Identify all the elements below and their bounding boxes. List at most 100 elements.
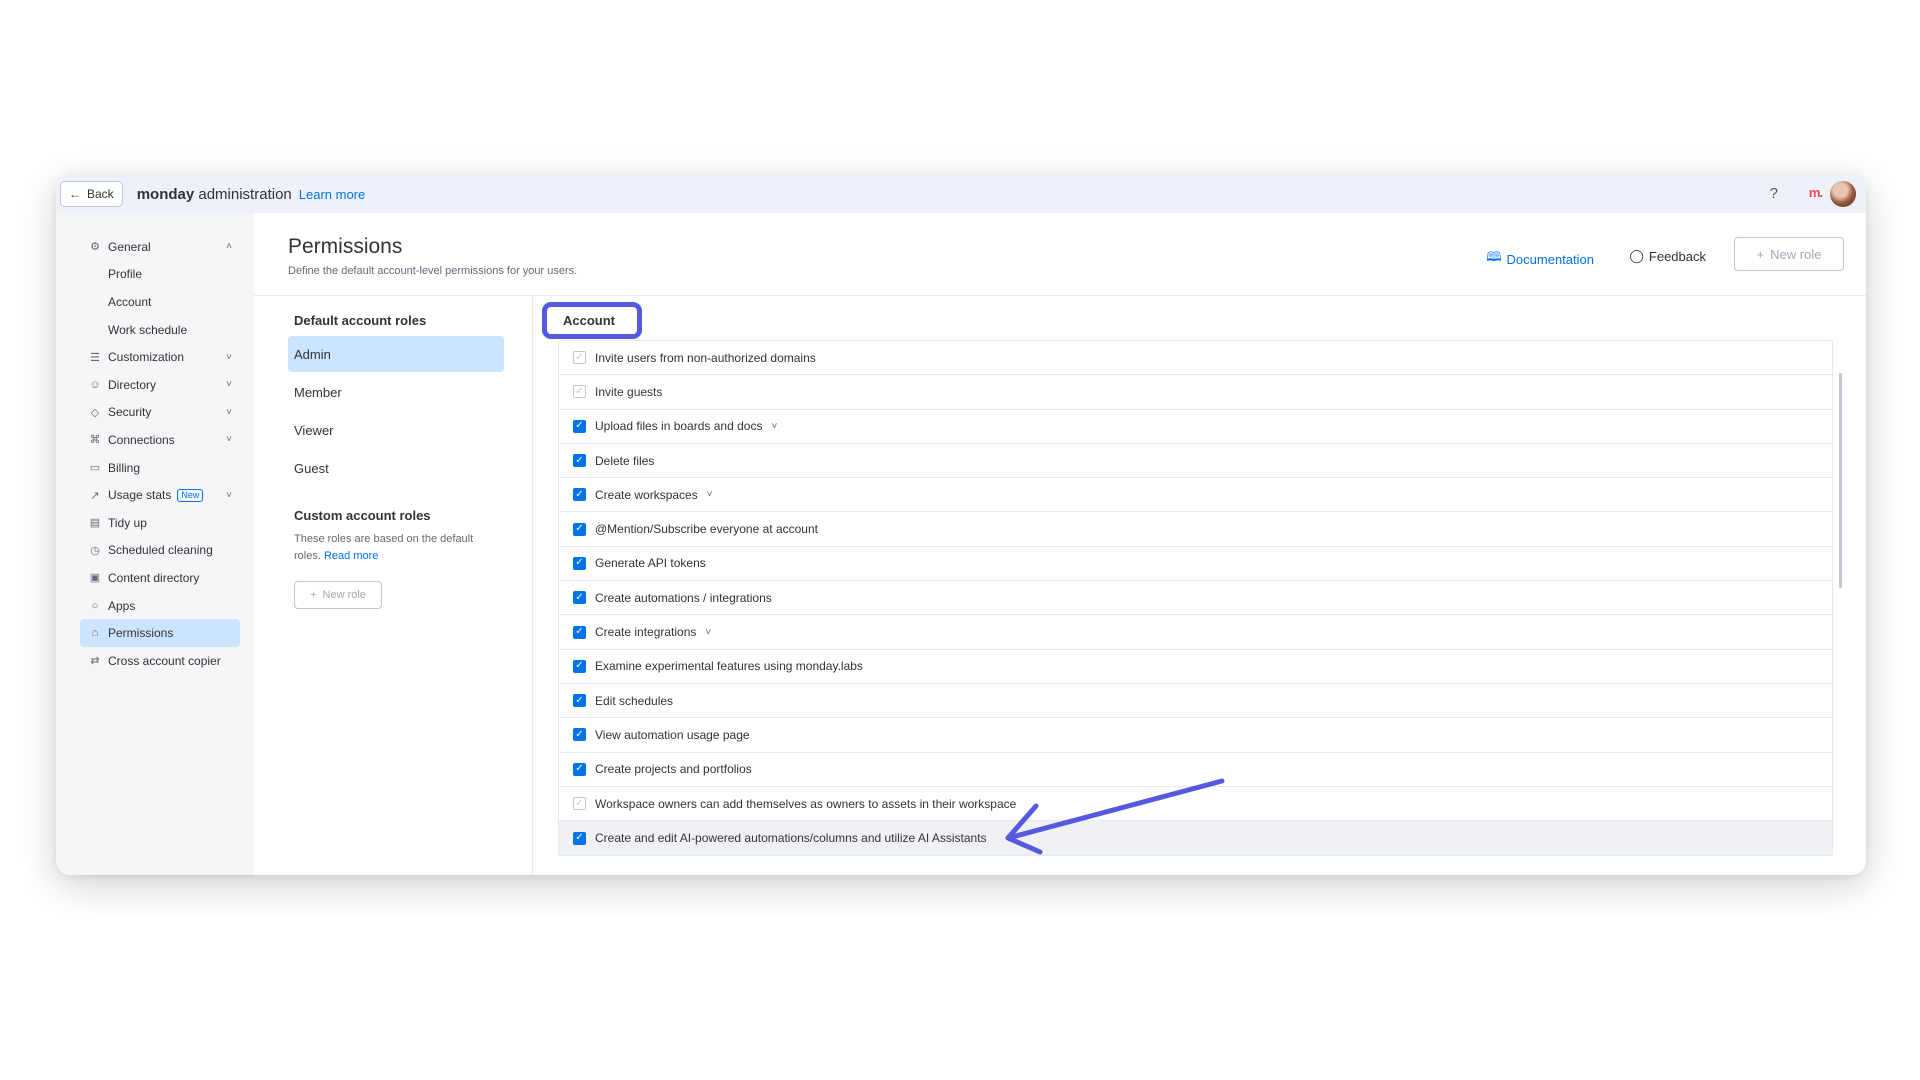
chevron-down-icon[interactable]: ˅ <box>226 407 232 418</box>
sidebar: ⚙ General ˄ Profile Account Work schedule ☰ Cus… <box>56 213 254 875</box>
copy-icon: ⇄ <box>90 655 100 668</box>
clock-icon: ◷ <box>90 544 100 557</box>
documentation-link[interactable]: 🕮 Documentation <box>1486 248 1594 270</box>
permission-row: ✓ Edit schedules <box>559 684 1832 719</box>
permission-checkbox[interactable]: ✓ <box>573 797 586 810</box>
sidebar-item-tidy-up[interactable]: ▤ Tidy up <box>80 509 240 537</box>
read-more-link[interactable]: Read more <box>324 550 378 562</box>
chevron-down-icon[interactable]: ˅ <box>226 434 232 445</box>
permission-checkbox[interactable]: ✓ <box>573 762 586 776</box>
permission-checkbox[interactable]: ✓ <box>573 556 586 570</box>
brand-title: monday administration <box>136 185 292 203</box>
role-item-admin[interactable]: Admin <box>288 336 504 372</box>
chevron-down-icon[interactable]: ˅ <box>705 627 711 638</box>
check-icon: ✓ <box>575 351 584 363</box>
permission-label: Create automations / integrations <box>595 590 772 605</box>
sidebar-item-usage-stats[interactable]: ↗ Usage stats New ˅ <box>80 481 240 509</box>
sidebar-item-scheduled-cleaning[interactable]: ◷ Scheduled cleaning <box>80 537 240 565</box>
permission-label: Workspace owners can add themselves as o… <box>595 796 1017 811</box>
account-section-tab[interactable]: Account <box>542 302 642 339</box>
permission-checkbox[interactable]: ✓ <box>573 831 586 845</box>
permission-row: ✓ Create projects and portfolios <box>559 753 1832 787</box>
chevron-down-icon[interactable]: ˅ <box>226 379 232 390</box>
sidebar-item-general[interactable]: ⚙ General ˄ <box>80 233 240 261</box>
role-item-viewer[interactable]: Viewer <box>288 412 504 448</box>
permission-checkbox[interactable]: ✓ <box>573 488 586 502</box>
feedback-link[interactable]: ◯ Feedback <box>1629 248 1706 264</box>
sidebar-item-label: Tidy up <box>108 515 147 530</box>
sidebar-item-label: Apps <box>108 598 136 613</box>
check-icon: ✓ <box>575 523 584 535</box>
permission-label: Invite guests <box>595 384 663 399</box>
chevron-up-icon[interactable]: ˄ <box>226 241 232 252</box>
sidebar-item-cross-account-copier[interactable]: ⇄ Cross account copier <box>80 647 240 675</box>
permission-row: ✓ Create automations / integrations <box>559 581 1832 616</box>
sidebar-item-profile[interactable]: Profile <box>80 261 240 289</box>
permission-row: ✓ Delete files <box>559 444 1832 479</box>
permission-checkbox[interactable]: ✓ <box>573 351 586 365</box>
sidebar-item-label: Usage stats <box>108 488 172 503</box>
chevron-down-icon[interactable]: ˅ <box>226 352 232 363</box>
role-item-guest[interactable]: Guest <box>288 450 504 486</box>
default-roles-heading: Default account roles <box>294 313 427 328</box>
back-label: Back <box>87 187 114 201</box>
sidebar-item-label: Billing <box>108 460 141 475</box>
scrollbar[interactable] <box>1839 373 1842 588</box>
top-bar: ← Back monday administration Learn more … <box>56 175 1866 213</box>
chevron-down-icon[interactable]: ˅ <box>226 490 232 501</box>
new-role-button[interactable]: + New role <box>1734 237 1844 271</box>
permission-checkbox[interactable]: ✓ <box>573 385 586 399</box>
permission-checkbox[interactable]: ✓ <box>573 728 586 742</box>
check-icon: ✓ <box>575 660 584 672</box>
sidebar-item-label: Connections <box>108 432 175 447</box>
chat-icon: ◯ <box>1629 248 1644 263</box>
sidebar-item-billing[interactable]: ▭ Billing <box>80 454 240 482</box>
page-subtitle: Define the default account-level permiss… <box>288 265 578 277</box>
back-button[interactable]: ← Back <box>60 181 123 207</box>
permission-label: Edit schedules <box>595 693 674 708</box>
gear-icon: ⚙ <box>90 241 100 254</box>
people-icon: ☺ <box>89 378 101 391</box>
permission-checkbox[interactable]: ✓ <box>573 522 586 536</box>
check-icon: ✓ <box>575 626 584 638</box>
sidebar-item-label: Scheduled cleaning <box>108 543 213 558</box>
help-icon[interactable]: ? <box>1770 185 1778 202</box>
avatar[interactable] <box>1830 181 1856 207</box>
check-icon: ✓ <box>575 385 584 397</box>
permission-checkbox[interactable]: ✓ <box>573 454 586 468</box>
permission-row: ✓ Generate API tokens <box>559 547 1832 582</box>
permission-label: Invite users from non-authorized domains <box>595 350 816 365</box>
permission-checkbox[interactable]: ✓ <box>573 419 586 433</box>
sidebar-item-permissions[interactable]: ⌂ Permissions <box>80 619 240 647</box>
sidebar-item-customization[interactable]: ☰ Customization ˅ <box>80 343 240 371</box>
role-item-member[interactable]: Member <box>288 374 504 410</box>
sidebar-item-label: General <box>108 239 151 254</box>
sidebar-item-work-schedule[interactable]: Work schedule <box>80 316 240 344</box>
chevron-down-icon[interactable]: ˅ <box>771 421 777 432</box>
permissions-list: ✓ Invite users from non-authorized domain… <box>558 340 1833 857</box>
sidebar-item-security[interactable]: ◇ Security ˅ <box>80 399 240 427</box>
check-icon: ✓ <box>575 694 584 706</box>
permission-checkbox[interactable]: ✓ <box>573 694 586 708</box>
chevron-down-icon[interactable]: ˅ <box>707 489 713 500</box>
sidebar-item-content-directory[interactable]: ▣ Content directory <box>80 564 240 592</box>
permission-label: Examine experimental features using mond… <box>595 659 863 674</box>
permission-label: Generate API tokens <box>595 556 706 571</box>
permission-label: Upload files in boards and docs <box>595 419 763 434</box>
sidebar-item-apps[interactable]: ○ Apps <box>80 592 240 620</box>
sidebar-item-label: Work schedule <box>108 322 188 337</box>
permission-checkbox[interactable]: ✓ <box>573 625 586 639</box>
learn-more-link[interactable]: Learn more <box>299 187 365 202</box>
permission-checkbox[interactable]: ✓ <box>573 659 586 673</box>
sidebar-item-directory[interactable]: ☺ Directory ˅ <box>80 371 240 399</box>
permission-row: ✓ Create integrations ˅ <box>559 615 1832 650</box>
new-custom-role-button[interactable]: + New role <box>294 581 382 609</box>
permission-checkbox[interactable]: ✓ <box>573 591 586 605</box>
permission-row: ✓ Invite guests <box>559 375 1832 410</box>
roles-panel: Default account roles Admin Member Viewer G… <box>288 313 504 609</box>
permission-label: Create and edit AI-powered automations/c… <box>595 831 987 846</box>
plus-icon: + <box>1756 246 1765 262</box>
sidebar-item-label: Permissions <box>108 626 174 641</box>
sidebar-item-connections[interactable]: ⌘ Connections ˅ <box>80 426 240 454</box>
sidebar-item-account[interactable]: Account <box>80 288 240 316</box>
